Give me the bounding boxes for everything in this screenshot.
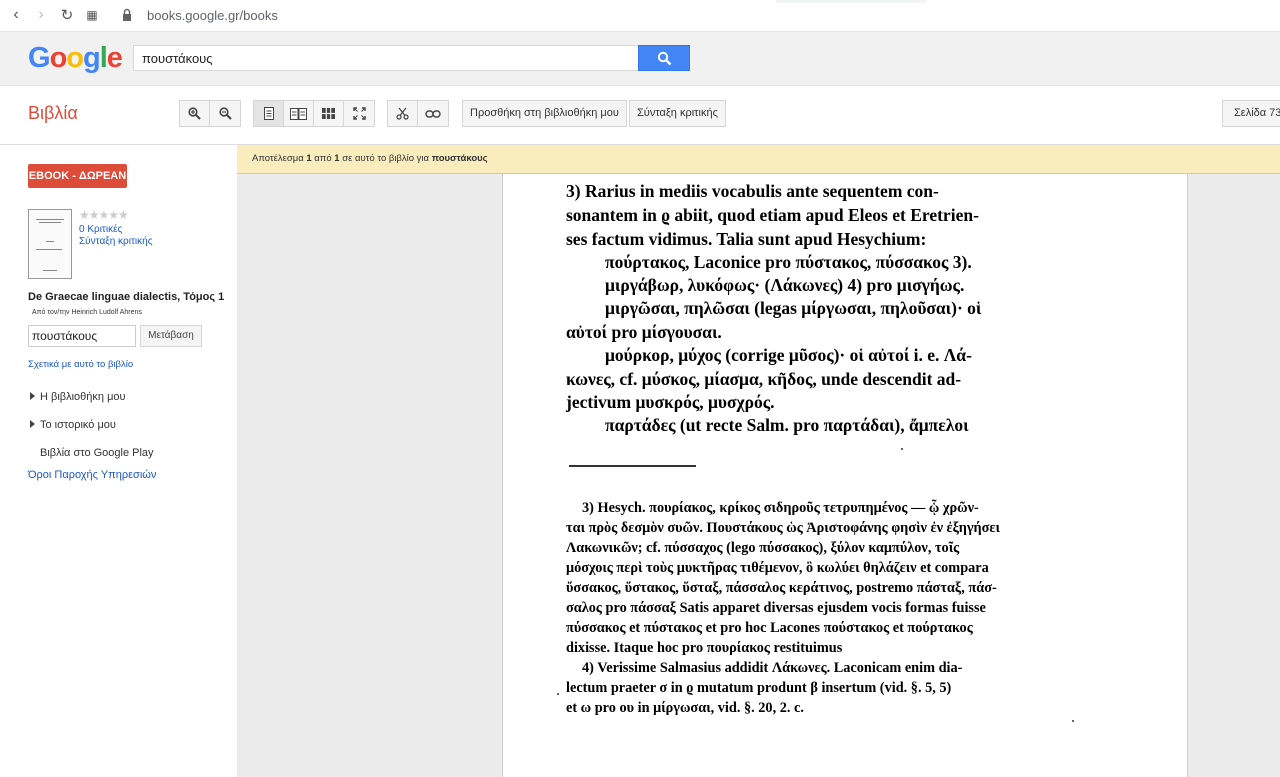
footnote-line: 3) Hesych. πουρίακος, κρίκος σιδηροῦς τε… (582, 500, 979, 516)
add-to-library-button[interactable]: Προσθήκη στη βιβλιοθήκη μου (462, 100, 627, 127)
back-icon[interactable]: ‹ (6, 6, 26, 24)
result-prefix: Αποτέλεσμα (252, 153, 304, 164)
zoom-out-icon[interactable] (210, 101, 240, 126)
zoom-controls (179, 100, 241, 127)
result-of: από (314, 153, 332, 164)
link-icon[interactable] (418, 101, 448, 126)
write-review-link[interactable]: Σύνταξη κριτικής (79, 236, 153, 247)
go-button[interactable]: Μετάβαση (140, 325, 202, 347)
search-in-book-input[interactable]: πουστάκους (28, 325, 136, 347)
scan-speck (557, 693, 559, 695)
book-viewer: Αποτέλεσμα 1 από 1 σε αυτό το βιβλίο για… (237, 145, 1280, 777)
footnote-line: et ω pro ου in μίργωσαι, vid. §. 20, 2. … (566, 700, 804, 716)
text-line: κωνες, cf. μύσκος, μίασμα, κῆδος, unde d… (566, 369, 962, 389)
free-ebook-button[interactable]: EBOOK - ΔΩΡΕΑΝ (28, 164, 127, 188)
text-line: παρτάδες (ut recte Salm. pro παρτάδαι), … (605, 415, 969, 435)
reload-icon[interactable]: ↻ (57, 6, 77, 24)
scan-speck (632, 306, 634, 308)
my-library-label: Η βιβλιοθήκη μου (40, 391, 126, 403)
footnote-line: σαλος pro πάσσαξ Satis apparet diversas … (566, 600, 986, 616)
text-line: μούρκορ, μύχος (corrige μῦσος)· οἱ αὐτοί… (605, 345, 972, 365)
book-page[interactable]: 3) Rarius in mediis vocabulis ante seque… (502, 174, 1188, 777)
book-cover-thumbnail[interactable] (28, 209, 72, 279)
footnote-line: dixisse. Itaque hoc pro πουρίακος restit… (566, 640, 843, 656)
apps-grid-icon[interactable]: ▦ (82, 8, 102, 22)
clip-link-controls (387, 100, 449, 127)
text-line: αὐτοί pro μίσγουσαι. (566, 322, 722, 342)
write-review-button[interactable]: Σύνταξη κριτικής (629, 100, 726, 127)
reviews-link[interactable]: 0 Κριτικές (79, 224, 122, 235)
text-line: sonantem in ϱ abiit, quod etiam apud Ele… (566, 205, 979, 225)
scan-speck (901, 448, 903, 450)
view-mode-controls (253, 100, 375, 127)
book-title: De Graecae linguae dialectis, Τόμος 1 (28, 291, 225, 303)
footnote-line: μόσχοις περὶ τοὺς μυκτῆρας τιθέμενον, ὃ … (566, 560, 989, 576)
search-result-bar: Αποτέλεσμα 1 από 1 σε αυτό το βιβλίο για… (237, 145, 1280, 174)
search-button[interactable] (638, 45, 690, 71)
expand-arrow-icon (30, 420, 35, 428)
lock-icon (123, 8, 131, 21)
text-line: πούρτακος, Laconice pro πύστακος, πύσσακ… (605, 252, 972, 272)
fullscreen-icon[interactable] (344, 101, 374, 126)
result-total: 1 (334, 153, 340, 164)
footnote-line: ται πρὸς δεσμὸν συῶν. Πουστάκους ὡς Ἀρισ… (566, 520, 1000, 536)
history-label: Το ιστορικό μου (40, 419, 116, 431)
footnote-line: πύσσακος et πύστακος et pro hoc Lacones … (566, 620, 973, 636)
footnote-line: Λακωνικῶν; cf. πύσσαχος (lego πύσσακος),… (566, 540, 960, 556)
text-line: jectivum μυσκρός, μυσχρός. (566, 392, 775, 412)
footnote-divider (569, 465, 696, 467)
page-title[interactable]: Βιβλία (28, 103, 78, 124)
text-line: 3) Rarius in mediis vocabulis ante seque… (566, 181, 939, 201)
footnote-line: ὕσσακος, ὕστακος, ὕσταξ, πάσσαλος κεράτι… (566, 580, 997, 596)
result-query: πουστάκους (431, 153, 488, 164)
result-suffix: σε αυτό το βιβλίο για (342, 153, 430, 164)
browser-toolbar: ‹ › ↻ ▦ books.google.gr/books (0, 0, 1280, 32)
about-book-link[interactable]: Σχετικά με αυτό το βιβλίο (28, 359, 133, 370)
sidebar: EBOOK - ΔΩΡΕΑΝ ★★★★★ 0 Κριτικές Σύνταξη … (0, 145, 237, 777)
zoom-in-icon[interactable] (180, 101, 210, 126)
expand-arrow-icon (30, 392, 35, 400)
book-author: Από τον/την Heinrich Ludolf Ahrens (32, 309, 142, 316)
history-item[interactable]: Το ιστορικό μου (30, 419, 116, 431)
rating-stars: ★★★★★ (79, 208, 129, 222)
terms-link[interactable]: Όροι Παροχής Υπηρεσιών (28, 469, 156, 481)
text-line: μιργάβωρ, λυκόφως· (Λάκωνες) 4) pro μισγ… (605, 275, 965, 295)
two-page-icon[interactable] (284, 101, 314, 126)
footnote-line: lectum praeter σ in ϱ mutatum produnt β … (566, 680, 952, 696)
text-line: ses factum vidimus. Talia sunt apud Hesy… (566, 229, 927, 249)
footnote-line: 4) Verissime Salmasius addidit Λάκωνες. … (582, 660, 963, 676)
scissors-icon[interactable] (388, 101, 418, 126)
google-play-link[interactable]: Βιβλία στο Google Play (40, 447, 154, 459)
page-number-button[interactable]: Σελίδα 73 (1222, 100, 1280, 127)
search-input[interactable]: πουστάκους (133, 45, 639, 71)
text-line: μιργῶσαι, πηλῶσαι (legas μίργωσαι, πηλοῦ… (605, 298, 982, 318)
forward-icon[interactable]: › (31, 6, 51, 24)
single-page-icon[interactable] (254, 101, 284, 126)
scan-speck (1072, 720, 1074, 722)
google-header: Google πουστάκους (0, 32, 1280, 86)
result-index: 1 (306, 153, 312, 164)
my-library-item[interactable]: Η βιβλιοθήκη μου (30, 391, 126, 403)
search-icon (657, 51, 672, 66)
google-logo[interactable]: Google (28, 42, 123, 75)
thumbnail-grid-icon[interactable] (314, 101, 344, 126)
books-toolbar: Βιβλία Προσθήκη στη βιβλιοθήκη μου Σύντα… (0, 86, 1280, 145)
address-bar[interactable]: books.google.gr/books (147, 8, 278, 23)
tab-strip (776, 0, 926, 3)
